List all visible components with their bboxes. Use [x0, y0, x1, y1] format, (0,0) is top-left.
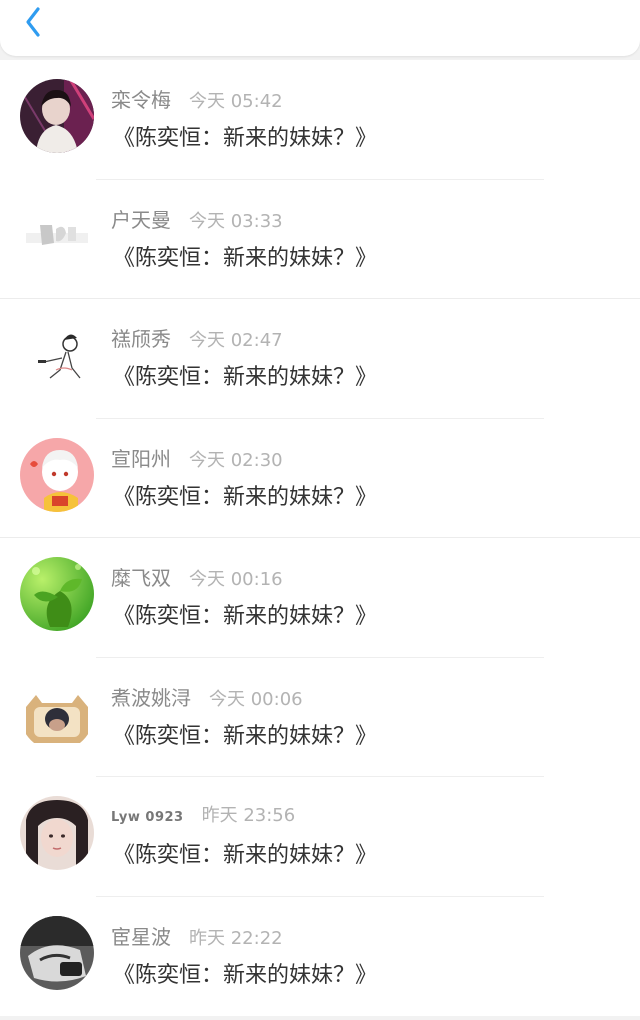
- message-title[interactable]: 《陈奕恒：新来的妹妹？》: [113, 837, 377, 869]
- list-item[interactable]: Lyw 0923 昨天 23:56 《陈奕恒：新来的妹妹？》: [0, 777, 640, 897]
- message-title[interactable]: 《陈奕恒：新来的妹妹？》: [113, 718, 377, 750]
- timestamp: 今天 02:47: [189, 330, 283, 351]
- avatar[interactable]: [20, 676, 94, 751]
- avatar[interactable]: [20, 318, 94, 392]
- list-item[interactable]: 户天曼 今天 03:33 《陈奕恒：新来的妹妹？》: [0, 179, 640, 299]
- avatar[interactable]: [20, 796, 94, 870]
- back-button[interactable]: [18, 2, 52, 42]
- list-item[interactable]: 糜飞双 今天 00:16 《陈奕恒：新来的妹妹？》: [0, 538, 640, 658]
- message-title[interactable]: 《陈奕恒：新来的妹妹？》: [113, 598, 377, 630]
- list-item[interactable]: 宦星波 昨天 22:22 《陈奕恒：新来的妹妹？》: [0, 896, 640, 1016]
- list-item[interactable]: 栾令梅 今天 05:42 《陈奕恒：新来的妹妹？》: [0, 60, 640, 180]
- list-item[interactable]: 禚颀秀 今天 02:47 《陈奕恒：新来的妹妹？》: [0, 299, 640, 419]
- message-title[interactable]: 《陈奕恒：新来的妹妹？》: [113, 479, 377, 511]
- top-bar: [0, 0, 640, 56]
- user-name[interactable]: 煮波姚浔: [111, 682, 191, 711]
- timestamp: 今天 02:30: [189, 449, 283, 471]
- user-name[interactable]: 户天曼: [111, 204, 171, 233]
- message-title[interactable]: 《陈奕恒：新来的妹妹？》: [113, 359, 377, 391]
- timestamp: 昨天 23:56: [201, 805, 296, 826]
- user-name[interactable]: 宣阳州: [111, 443, 171, 472]
- avatar[interactable]: [20, 198, 94, 273]
- avatar[interactable]: [20, 437, 94, 512]
- user-name[interactable]: 宦星波: [111, 921, 171, 950]
- user-name[interactable]: 栾令梅: [111, 84, 171, 113]
- user-name[interactable]: 糜飞双: [111, 562, 171, 591]
- chevron-left-icon: [26, 7, 40, 37]
- timestamp: 今天 03:33: [189, 210, 283, 232]
- message-title[interactable]: 《陈奕恒：新来的妹妹？》: [113, 957, 377, 989]
- timestamp: 今天 05:42: [189, 91, 283, 112]
- list-item[interactable]: 宣阳州 今天 02:30 《陈奕恒：新来的妹妹？》: [0, 418, 640, 538]
- timestamp: 昨天 22:22: [189, 927, 283, 949]
- avatar[interactable]: [20, 557, 94, 631]
- timestamp: 今天 00:06: [209, 688, 303, 710]
- message-title[interactable]: 《陈奕恒：新来的妹妹？》: [113, 120, 377, 152]
- list-item[interactable]: 煮波姚浔 今天 00:06 《陈奕恒：新来的妹妹？》: [0, 657, 640, 777]
- avatar[interactable]: [20, 79, 94, 153]
- message-list: 栾令梅 今天 05:42 《陈奕恒：新来的妹妹？》 户天曼 今天 03:33 《…: [0, 60, 640, 1016]
- timestamp: 今天 00:16: [189, 569, 283, 590]
- user-name[interactable]: 禚颀秀: [111, 323, 171, 352]
- user-name[interactable]: Lyw 0923: [111, 810, 184, 825]
- avatar[interactable]: [20, 915, 94, 990]
- message-title[interactable]: 《陈奕恒：新来的妹妹？》: [113, 240, 377, 272]
